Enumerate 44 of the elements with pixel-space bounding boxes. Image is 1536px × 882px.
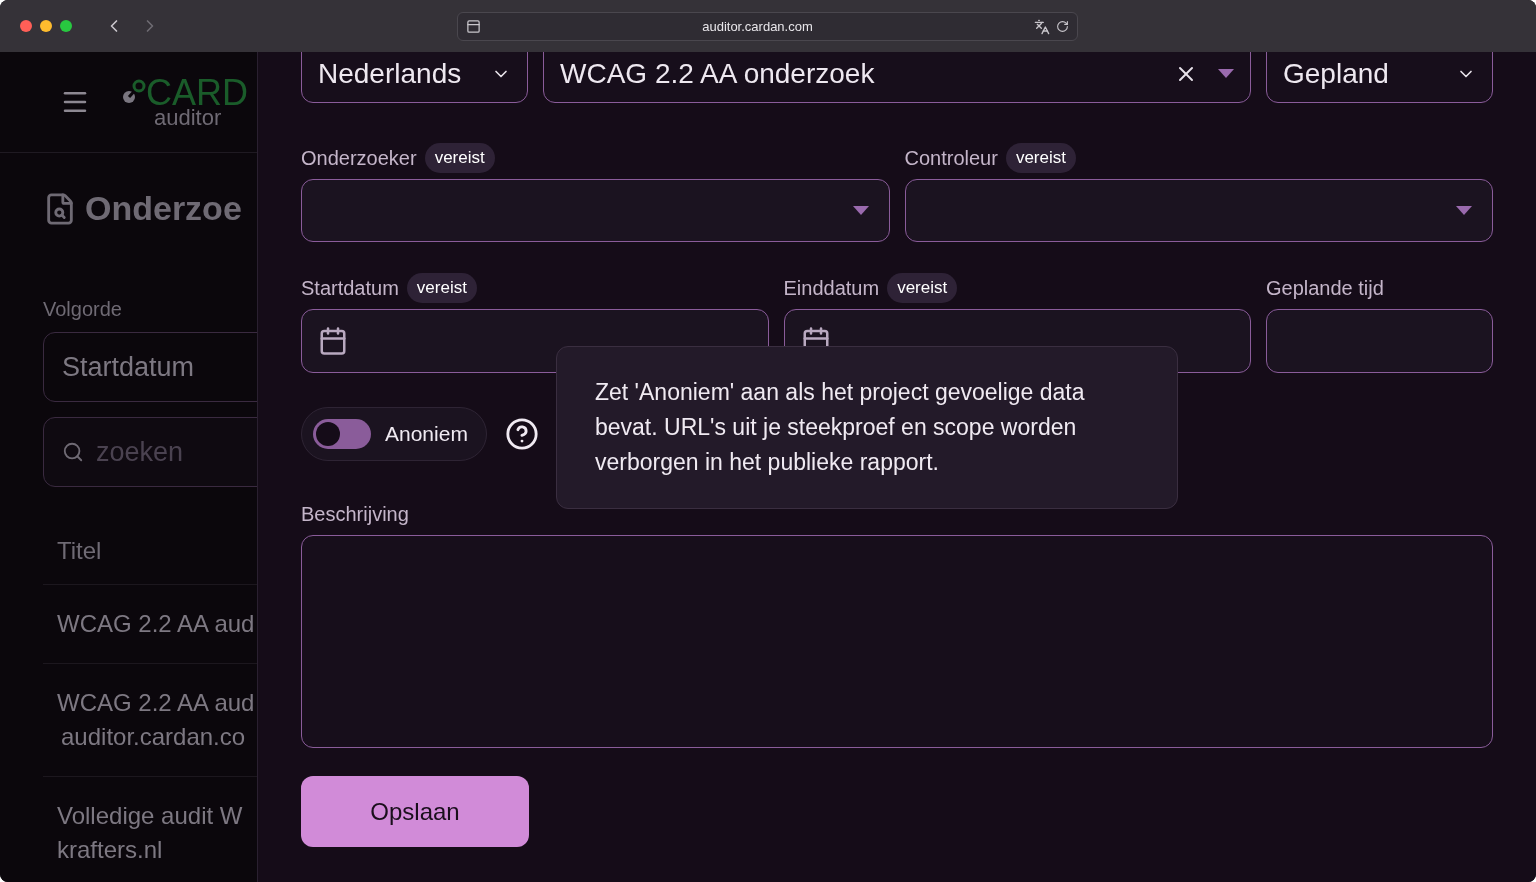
table-cell[interactable]: auditor.cardan.co (57, 720, 257, 754)
reload-icon[interactable] (1056, 20, 1069, 33)
person-select[interactable] (301, 179, 890, 242)
caret-icon (1218, 68, 1234, 79)
search-icon (62, 441, 84, 463)
address-bar[interactable]: auditor.cardan.com (457, 12, 1078, 41)
table-cell[interactable]: Volledige audit W (57, 799, 257, 833)
minimize-window-icon[interactable] (40, 20, 52, 32)
translate-icon[interactable] (1034, 18, 1050, 35)
audit-combobox[interactable]: WCAG 2.2 AA onderzoek (543, 52, 1251, 103)
page-menu-icon[interactable] (466, 19, 481, 34)
table-cell[interactable]: WCAG 2.2 AA aud (57, 686, 257, 720)
table-cell[interactable]: WCAG 2.2 AA aud (57, 607, 257, 641)
dropdown-select[interactable]: Nederlands (301, 52, 528, 103)
required-badge: vereist (424, 143, 495, 173)
maximize-window-icon[interactable] (60, 20, 72, 32)
field-label: Startdatum (301, 276, 399, 301)
search-placeholder: zoeken (96, 435, 184, 469)
field-label: Geplande tijd (1266, 276, 1384, 301)
required-badge: vereist (1005, 143, 1076, 173)
url-text: auditor.cardan.com (701, 17, 814, 36)
column-header: Titel (57, 535, 102, 566)
field-label: Onderzoeker (301, 146, 417, 171)
logo-subtitle: auditor (154, 107, 223, 129)
time-field[interactable] (1266, 309, 1493, 373)
calendar-icon (318, 326, 348, 356)
field-label: Beschrijving (301, 502, 409, 527)
logo-icon (122, 79, 146, 105)
anonymous-toggle[interactable]: Anoniem (301, 407, 487, 461)
caret-icon (852, 205, 869, 216)
dropdown-select[interactable]: Gepland (1266, 52, 1493, 103)
help-icon[interactable] (504, 417, 539, 451)
field-label: Controleur (904, 146, 998, 171)
page-title: Onderzoe (85, 188, 242, 229)
sort-label: Volgorde (43, 297, 123, 322)
caret-icon (1456, 205, 1472, 216)
table-cell[interactable]: krafters.nl (57, 833, 257, 867)
person-select[interactable] (904, 179, 1493, 242)
save-button[interactable]: Opslaan (301, 776, 529, 847)
tooltip: Zet 'Anoniem' aan als het project gevoelige data bevat. URL's uit je steekproef en scope worden verborgen in het publieke rapport. (556, 346, 1178, 509)
close-window-icon[interactable] (20, 20, 32, 32)
required-badge: vereist (406, 273, 477, 303)
field-label: Einddatum (783, 276, 880, 301)
required-badge: vereist (887, 273, 958, 303)
